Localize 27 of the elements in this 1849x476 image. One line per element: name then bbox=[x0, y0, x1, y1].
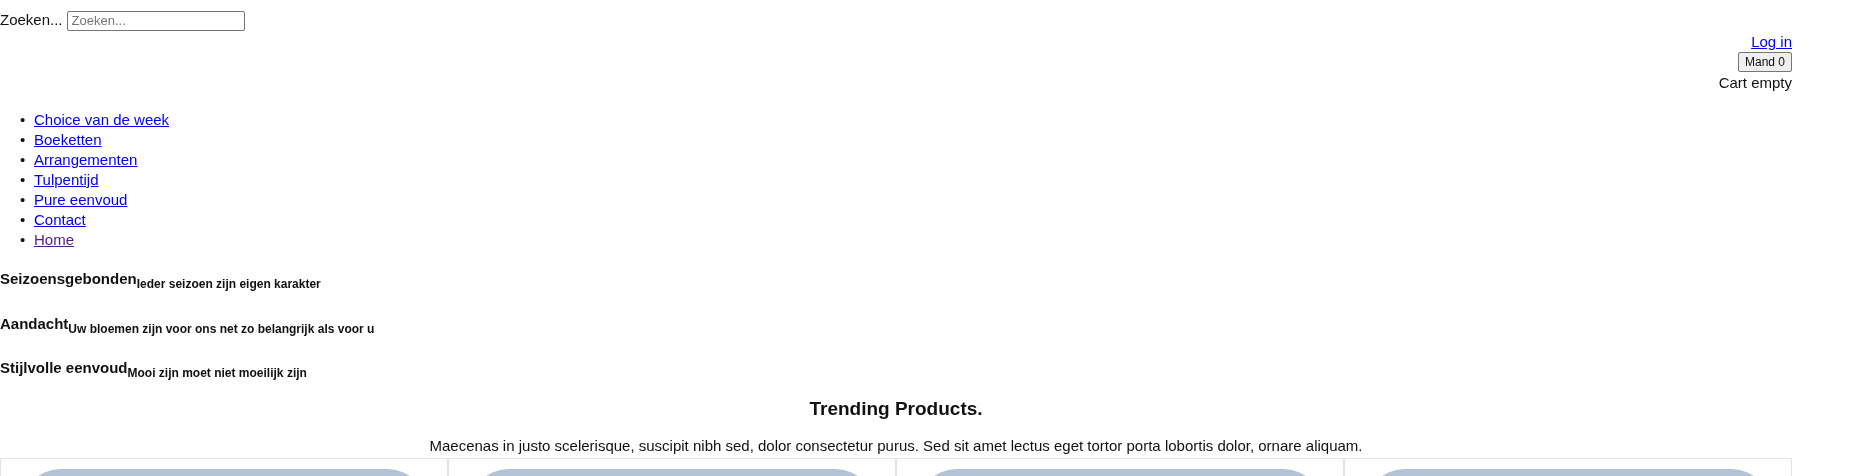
bullet-mark: • bbox=[20, 130, 26, 150]
cart-status: Cart empty bbox=[1718, 73, 1792, 93]
feature-title: Seizoensgebonden bbox=[0, 269, 137, 290]
bullet-mark: • bbox=[20, 230, 26, 250]
bullet-mark: • bbox=[20, 170, 26, 190]
feature-subtitle: Uw bloemen zijn voor ons net zo belangrijk als voor u bbox=[68, 321, 375, 338]
search-field[interactable]: Zoeken... bbox=[66, 10, 245, 31]
nav-link[interactable]: Pure eenvoud bbox=[34, 190, 128, 210]
search-label: Zoeken... bbox=[0, 10, 63, 31]
section-description: Maecenas in justo scelerisque, suscipit nibh sed, dolor consectetur purus. Sed sit amet lectus eget tortor porta lobortis dolor, ornare aliquam. bbox=[429, 435, 1363, 456]
feature-title: Stijlvolle eenvoud bbox=[0, 358, 128, 376]
nav-link[interactable]: Arrangementen bbox=[34, 150, 138, 170]
feature-subtitle: Mooi zijn moet niet moeilijk zijn bbox=[127, 366, 307, 382]
nav-link[interactable]: Boeketten bbox=[34, 130, 102, 150]
login-link[interactable]: Log in bbox=[1751, 32, 1792, 52]
section-heading: Trending Products. bbox=[809, 396, 983, 421]
bullet-mark: • bbox=[20, 190, 26, 210]
cart-button[interactable]: Mand 0 bbox=[1737, 52, 1792, 72]
nav-link[interactable]: Contact bbox=[34, 210, 86, 230]
bullet-mark: • bbox=[20, 150, 26, 170]
bullet-mark: • bbox=[20, 110, 26, 130]
bullet-mark: • bbox=[20, 210, 26, 230]
nav-link[interactable]: Home bbox=[34, 230, 74, 250]
feature-subtitle: Ieder seizoen zijn eigen karakter bbox=[136, 277, 321, 293]
nav-link[interactable]: Choice van de week bbox=[34, 110, 170, 130]
nav-link[interactable]: Tulpentijd bbox=[34, 170, 99, 190]
feature-title: Aandacht bbox=[0, 313, 69, 332]
